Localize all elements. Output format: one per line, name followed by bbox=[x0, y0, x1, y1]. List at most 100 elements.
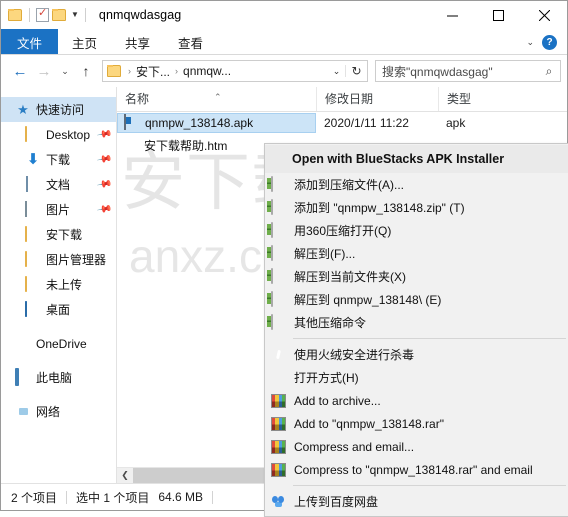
sort-ascending-icon: ⌃ bbox=[214, 92, 222, 102]
status-item-count: 2 个项目 bbox=[11, 490, 58, 505]
desktop-icon bbox=[25, 300, 41, 318]
menu-item-extract-to[interactable]: 解压到(F)... bbox=[265, 242, 568, 265]
menu-item-compress-to-rar-and-email[interactable]: Compress to "qnmpw_138148.rar" and email bbox=[265, 458, 568, 481]
winrar-icon bbox=[271, 416, 287, 432]
star-icon: ★ bbox=[17, 101, 29, 117]
sidebar-item-downloads[interactable]: ⬇ 下载 📌 bbox=[1, 147, 116, 172]
navigation-pane: ★ 快速访问 Desktop 📌 ⬇ 下载 📌 文档 📌 图片 📌 安下载 图片… bbox=[1, 87, 117, 483]
recent-locations-button[interactable]: ⌄ bbox=[57, 60, 73, 82]
column-header-name[interactable]: 名称 ⌃ bbox=[117, 87, 316, 111]
breadcrumb-item-0[interactable]: 安下... bbox=[134, 63, 172, 80]
breadcrumb-item-1[interactable]: qnmqw... bbox=[181, 64, 233, 78]
file-date-cell: 2020/1/11 11:22 bbox=[324, 116, 409, 130]
menu-item-label: 用360压缩打开(Q) bbox=[294, 223, 392, 238]
minimize-button[interactable] bbox=[429, 1, 475, 29]
help-icon[interactable]: ? bbox=[542, 34, 557, 50]
menu-item-label: 添加到 "qnmpw_138148.zip" (T) bbox=[294, 200, 465, 215]
window-controls bbox=[429, 1, 567, 29]
divider bbox=[84, 8, 86, 22]
status-size: 64.6 MB bbox=[158, 490, 204, 504]
search-input[interactable]: 搜索"qnmqwdasgag" bbox=[376, 63, 538, 80]
divider bbox=[212, 490, 214, 504]
menu-item-extract-here[interactable]: 解压到当前文件夹(X) bbox=[265, 265, 568, 288]
winrar-icon bbox=[271, 462, 287, 478]
up-button[interactable]: ↑ bbox=[75, 60, 97, 82]
tab-file[interactable]: 文件 bbox=[1, 29, 59, 55]
forward-button[interactable]: → bbox=[33, 60, 55, 82]
menu-item-add-to-zip[interactable]: 添加到 "qnmpw_138148.zip" (T) bbox=[265, 196, 568, 219]
sidebar-item-desktop-cn[interactable]: 桌面 bbox=[1, 297, 116, 322]
sidebar-item-anxiazai[interactable]: 安下载 bbox=[1, 222, 116, 247]
pin-icon[interactable]: 📌 bbox=[96, 176, 113, 192]
sidebar-item-desktop-en[interactable]: Desktop 📌 bbox=[1, 122, 116, 147]
tab-home[interactable]: 主页 bbox=[58, 29, 111, 55]
divider bbox=[1, 54, 567, 55]
sidebar-item-picture-manager[interactable]: 图片管理器 bbox=[1, 247, 116, 272]
refresh-icon[interactable]: ↻ bbox=[345, 65, 367, 77]
menu-item-other-archive-commands[interactable]: 其他压缩命令 bbox=[265, 311, 568, 334]
menu-item-upload-to-baidu-netdisk[interactable]: 上传到百度网盘 bbox=[265, 490, 568, 513]
chevron-down-icon[interactable]: ⌄ bbox=[328, 66, 345, 77]
sidebar-item-not-uploaded[interactable]: 未上传 bbox=[1, 272, 116, 297]
sidebar-item-onedrive[interactable]: OneDrive bbox=[1, 331, 116, 356]
menu-item-huorong-scan[interactable]: 使用火绒安全进行杀毒 bbox=[265, 343, 568, 366]
tab-share[interactable]: 共享 bbox=[111, 29, 164, 55]
column-header-date[interactable]: 修改日期 bbox=[316, 87, 438, 111]
menu-item-add-to-rar[interactable]: Add to "qnmpw_138148.rar" bbox=[265, 412, 568, 435]
chevron-down-icon[interactable]: ⌄ bbox=[526, 37, 534, 48]
ribbon-right-controls: ⌄ ? bbox=[526, 29, 563, 55]
properties-icon[interactable] bbox=[36, 6, 49, 22]
file-explorer-window: ▼ qnmqwdasgag 文件 主页 共享 查看 ⌄ ? ← → bbox=[0, 0, 568, 517]
sidebar-item-network[interactable]: 网络 bbox=[1, 399, 116, 424]
chevron-left-icon[interactable]: ❮ bbox=[117, 470, 133, 481]
breadcrumb[interactable]: › 安下... › qnmqw... ⌄ ↻ bbox=[102, 60, 368, 82]
sidebar-item-label: 未上传 bbox=[46, 278, 83, 292]
title-bar: ▼ qnmqwdasgag bbox=[1, 1, 567, 29]
menu-item-open-with-360zip[interactable]: 用360压缩打开(Q) bbox=[265, 219, 568, 242]
table-row[interactable]: qnmpw_138148.apk 2020/1/11 11:22 apk bbox=[117, 112, 567, 134]
menu-item-label: 解压到(F)... bbox=[294, 246, 356, 261]
context-menu: Open with BlueStacks APK Installer 添加到压缩… bbox=[264, 143, 568, 517]
360zip-icon bbox=[271, 198, 287, 216]
html-file-icon bbox=[123, 137, 139, 153]
divider bbox=[66, 490, 68, 504]
menu-item-add-to-archive-360[interactable]: 添加到压缩文件(A)... bbox=[265, 173, 568, 196]
file-name-cell[interactable]: qnmpw_138148.apk bbox=[117, 113, 316, 133]
tab-view[interactable]: 查看 bbox=[164, 29, 217, 55]
menu-item-label: Compress and email... bbox=[294, 439, 415, 454]
sidebar-item-quick-access[interactable]: ★ 快速访问 bbox=[1, 97, 116, 122]
column-header-type[interactable]: 类型 bbox=[438, 87, 508, 111]
column-header-label: 名称 bbox=[125, 92, 150, 106]
menu-item-compress-and-email[interactable]: Compress and email... bbox=[265, 435, 568, 458]
sidebar-item-this-pc[interactable]: 此电脑 bbox=[1, 365, 116, 390]
menu-item-label: 解压到 qnmpw_138148\ (E) bbox=[294, 292, 442, 307]
sidebar-item-documents[interactable]: 文档 📌 bbox=[1, 172, 116, 197]
menu-item-label: Add to archive... bbox=[294, 393, 381, 408]
menu-item-label: Add to "qnmpw_138148.rar" bbox=[294, 416, 444, 431]
menu-item-open-with[interactable]: 打开方式(H) bbox=[265, 366, 568, 389]
breadcrumb-separator: › bbox=[175, 66, 179, 76]
360zip-icon bbox=[271, 267, 287, 285]
new-folder-icon[interactable] bbox=[52, 8, 67, 22]
back-button[interactable]: ← bbox=[9, 60, 31, 82]
search-icon[interactable]: ⌕ bbox=[538, 64, 560, 79]
search-box[interactable]: 搜索"qnmqwdasgag" ⌕ bbox=[375, 60, 561, 82]
menu-item-add-to-archive-rar[interactable]: Add to archive... bbox=[265, 389, 568, 412]
maximize-button[interactable] bbox=[475, 1, 521, 29]
customize-chevron-icon[interactable]: ▼ bbox=[71, 11, 79, 19]
folder-icon[interactable] bbox=[8, 8, 23, 22]
close-button[interactable] bbox=[521, 1, 567, 29]
pin-icon[interactable]: 📌 bbox=[96, 151, 113, 167]
pin-icon[interactable]: 📌 bbox=[96, 201, 113, 217]
context-menu-header[interactable]: Open with BlueStacks APK Installer bbox=[265, 145, 568, 173]
document-icon bbox=[25, 175, 41, 193]
pin-icon[interactable]: 📌 bbox=[96, 126, 113, 142]
menu-item-extract-to-folder[interactable]: 解压到 qnmpw_138148\ (E) bbox=[265, 288, 568, 311]
sidebar-item-pictures[interactable]: 图片 📌 bbox=[1, 197, 116, 222]
divider bbox=[29, 8, 30, 22]
menu-separator bbox=[293, 485, 566, 486]
baidu-netdisk-icon bbox=[271, 494, 287, 510]
winrar-icon bbox=[271, 439, 287, 455]
sidebar-item-label: 安下载 bbox=[46, 228, 83, 242]
download-icon: ⬇ bbox=[26, 150, 40, 168]
